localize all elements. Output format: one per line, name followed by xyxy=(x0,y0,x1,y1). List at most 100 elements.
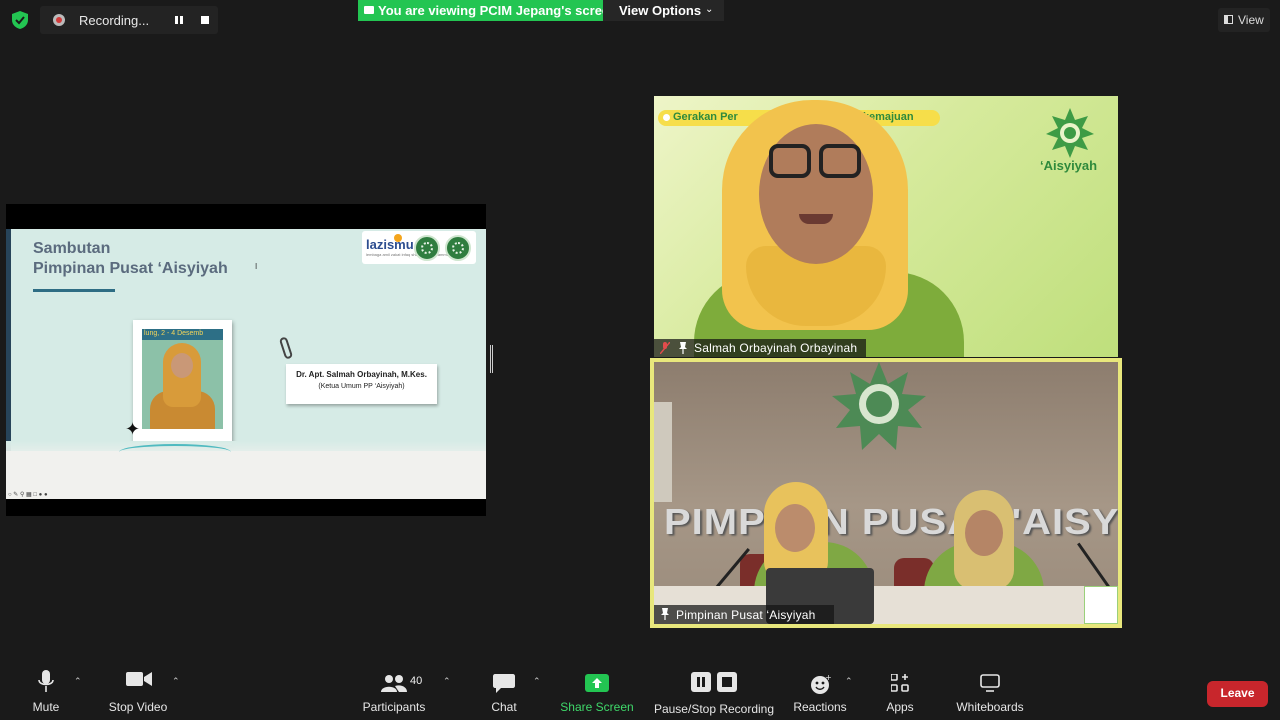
partner-logos: lazismu lembaga amil zakat infaq shadaqa… xyxy=(362,231,476,264)
lazismu-sun-icon xyxy=(394,234,402,242)
speaker-photo: lung, 2 - 4 Desemb xyxy=(142,329,223,429)
pause-recording-icon[interactable] xyxy=(175,16,183,24)
svg-text:+: + xyxy=(825,673,832,682)
slide-title-line2: Pimpinan Pusat ‘Aisyiyah xyxy=(33,260,228,277)
participants-count: 40 xyxy=(410,675,423,687)
aisyiyah-logo-text: ‘Aisyiyah xyxy=(1040,158,1098,173)
participant-name: Salmah Orbayinah Orbayinah xyxy=(694,341,858,355)
paperclip-icon xyxy=(278,336,294,360)
mute-label: Mute xyxy=(32,700,60,714)
whiteboard-icon xyxy=(980,674,1000,692)
muhammadiyah-emblem-icon xyxy=(414,235,440,261)
recording-label: Recording... xyxy=(79,13,150,28)
meeting-toolbar: Mute ⌃ Stop Video ⌃ 40 Participants ⌃ Ch… xyxy=(0,660,1280,720)
slide-title: Sambutan Pimpinan Pusat ‘Aisyiyah xyxy=(33,239,228,279)
mute-button[interactable]: Mute xyxy=(22,660,70,720)
pause-stop-recording-button[interactable]: Pause/Stop Recording xyxy=(652,660,776,720)
reactions-label: Reactions xyxy=(793,700,847,714)
participants-options-caret-icon[interactable]: ⌃ xyxy=(443,676,451,687)
participants-icon xyxy=(381,675,407,692)
table-flag xyxy=(1084,586,1118,624)
chat-bubble-icon xyxy=(493,674,515,693)
aisyiyah-logo-icon xyxy=(1046,108,1094,158)
share-screen-label: Share Screen xyxy=(560,700,634,714)
photo-caption-strip: lung, 2 - 4 Desemb xyxy=(142,329,223,340)
view-options-dropdown[interactable]: View Options ⌄ xyxy=(603,0,724,21)
chat-label: Chat xyxy=(491,700,517,714)
presentation-slide: Sambutan Pimpinan Pusat ‘Aisyiyah I lazi… xyxy=(6,229,486,499)
muhammadiyah-star-emblem-icon xyxy=(832,362,926,450)
view-options-label: View Options xyxy=(619,3,702,18)
pause-icon xyxy=(691,672,711,692)
layout-icon xyxy=(1224,15,1233,24)
slide-title-line1: Sambutan xyxy=(33,240,111,257)
sparkle-icon: ✦ xyxy=(125,419,141,439)
decorative-swoosh xyxy=(119,444,231,460)
security-shield-icon[interactable] xyxy=(12,11,28,29)
video-camera-icon xyxy=(126,672,152,686)
participant-nameplate: Salmah Orbayinah Orbayinah xyxy=(654,339,866,357)
apps-label: Apps xyxy=(886,700,914,714)
view-layout-button[interactable]: View xyxy=(1218,8,1270,32)
stop-icon xyxy=(717,672,737,692)
shared-screen[interactable]: Sambutan Pimpinan Pusat ‘Aisyiyah I lazi… xyxy=(6,204,486,516)
pause-bar-right xyxy=(702,677,705,687)
slide-controls-icons[interactable]: ○ ✎ ⚲ ▦ □ ● ● xyxy=(8,491,48,498)
lazismu-logo-subtitle: lembaga amil zakat infaq shadaqah muhamm… xyxy=(366,252,459,257)
lazismu-logo-text: lazismu xyxy=(366,237,414,252)
leave-label: Leave xyxy=(1220,686,1255,700)
speaker-name: Dr. Apt. Salmah Orbayinah, M.Kes. xyxy=(296,370,427,379)
window-blinds xyxy=(654,402,672,502)
pause-stop-recording-label: Pause/Stop Recording xyxy=(653,702,775,716)
banner-text-part1: Gerakan Per xyxy=(673,111,738,123)
apps-button[interactable]: Apps xyxy=(880,660,920,720)
aisyiyah-emblem-icon xyxy=(445,235,471,261)
paper-texture xyxy=(6,451,486,499)
recording-indicator: Recording... xyxy=(40,6,218,34)
stop-video-button[interactable]: Stop Video xyxy=(104,660,172,720)
participant-left-face xyxy=(775,504,815,552)
video-tile-pimpinan-pusat[interactable]: PIMPIN N PUSAT 'AISYIYAH Pimpinan Pusat … xyxy=(654,362,1118,624)
participant-name: Pimpinan Pusat ‘Aisyiyah xyxy=(676,608,816,622)
share-screen-button[interactable]: Share Screen xyxy=(560,660,634,720)
participant-nameplate: Pimpinan Pusat ‘Aisyiyah xyxy=(654,605,834,624)
mute-options-caret-icon[interactable]: ⌃ xyxy=(74,676,82,687)
glasses-left xyxy=(769,144,811,178)
speaker-photo-card: lung, 2 - 4 Desemb xyxy=(133,320,232,445)
chevron-down-icon: ⌄ xyxy=(705,4,714,15)
video-options-caret-icon[interactable]: ⌃ xyxy=(172,676,180,687)
participants-button[interactable]: 40 Participants xyxy=(358,660,430,720)
video-tile-salmah[interactable]: Gerakan Per kemajuan ‘Aisyiyah Salmah Orb… xyxy=(654,96,1118,357)
panel-resize-handle[interactable] xyxy=(490,345,493,373)
text-cursor-icon: I xyxy=(255,262,258,271)
stop-square xyxy=(722,677,732,687)
reactions-options-caret-icon[interactable]: ⌃ xyxy=(845,676,853,687)
whiteboards-button[interactable]: Whiteboards xyxy=(952,660,1028,720)
glasses-right xyxy=(819,144,861,178)
recording-dot-icon xyxy=(53,14,65,26)
stop-recording-icon[interactable] xyxy=(201,16,209,24)
screen-share-icon xyxy=(364,6,374,14)
apps-grid-icon xyxy=(891,674,909,692)
wall-lettering: PIMPIN N PUSAT 'AISYIYAH xyxy=(664,502,1118,542)
title-underline xyxy=(33,289,115,292)
screen-share-banner-text: You are viewing PCIM Jepang's screen xyxy=(378,3,618,18)
whiteboards-label: Whiteboards xyxy=(956,700,1024,714)
reactions-button[interactable]: + Reactions xyxy=(792,660,848,720)
view-layout-label: View xyxy=(1238,13,1264,27)
photo-face xyxy=(171,353,193,378)
pause-bar-left xyxy=(697,677,700,687)
speaker-name-card: Dr. Apt. Salmah Orbayinah, M.Kes. (Ketua… xyxy=(286,364,437,404)
leave-button[interactable]: Leave xyxy=(1207,681,1268,707)
chat-options-caret-icon[interactable]: ⌃ xyxy=(533,676,541,687)
photo-caption: lung, 2 - 4 Desemb xyxy=(144,330,204,337)
pin-icon xyxy=(661,608,669,620)
participant-right-face xyxy=(965,510,1003,556)
mic-muted-icon xyxy=(660,342,670,354)
banner-dot xyxy=(663,114,670,121)
pin-icon xyxy=(679,342,687,354)
chat-button[interactable]: Chat xyxy=(484,660,524,720)
participant-mouth xyxy=(799,214,833,224)
share-screen-icon xyxy=(585,674,609,692)
participants-label: Participants xyxy=(362,700,426,714)
